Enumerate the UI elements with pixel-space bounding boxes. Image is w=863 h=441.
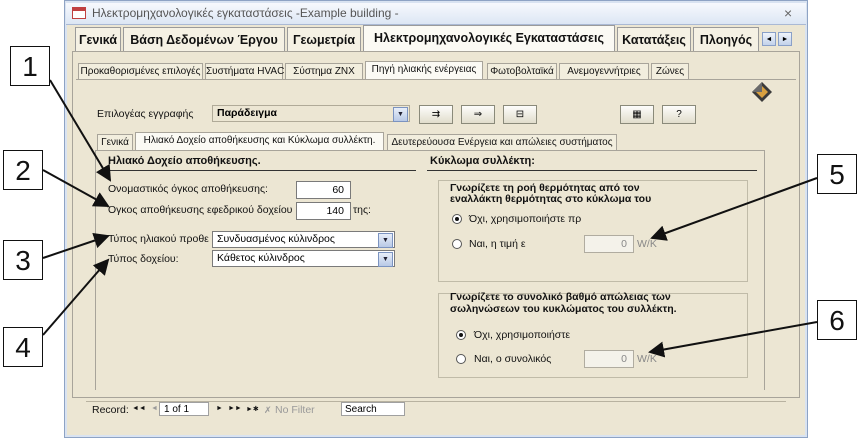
callout-6-arrow (648, 321, 818, 358)
callout-3-arrow (42, 232, 110, 259)
callout-4-arrow (42, 258, 110, 336)
callout-1-arrow (49, 79, 112, 182)
callout-2-arrow (42, 169, 110, 207)
callout-5-arrow (650, 177, 818, 241)
callout-arrows (42, 79, 818, 358)
